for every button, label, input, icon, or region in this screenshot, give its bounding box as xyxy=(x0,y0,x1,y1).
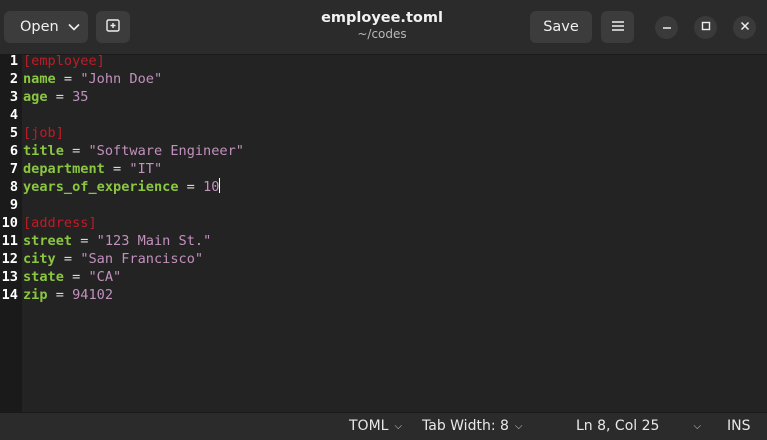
chevron-down-icon: ⌵ xyxy=(514,421,523,432)
language-selector[interactable]: TOML ⌵ xyxy=(349,413,402,440)
insert-mode-label: INS xyxy=(727,418,751,434)
assign-operator: = xyxy=(55,71,81,87)
code-line[interactable]: name = "John Doe" xyxy=(23,70,162,88)
line-number: 1 xyxy=(9,53,18,69)
code-line[interactable]: title = "Software Engineer" xyxy=(23,142,244,160)
save-button[interactable]: Save xyxy=(530,11,592,43)
window-title: employee.toml ~/codes xyxy=(280,9,484,42)
code-line[interactable]: department = "IT" xyxy=(23,160,162,178)
line-number: 10 xyxy=(1,215,18,231)
cursor-position-selector[interactable]: Ln 8, Col 25 ⌵ xyxy=(576,413,701,440)
line-number: 3 xyxy=(9,89,18,105)
line-number: 7 xyxy=(9,161,18,177)
assign-operator: = xyxy=(63,143,89,159)
toml-key: age xyxy=(23,89,48,105)
assign-operator: = xyxy=(178,179,204,195)
assign-operator: = xyxy=(47,287,73,303)
table-header: [employee] xyxy=(23,53,105,69)
open-button-label: Open xyxy=(20,19,59,35)
chevron-down-icon: ⌵ xyxy=(394,421,403,432)
line-number: 6 xyxy=(9,143,18,159)
string-value: "CA" xyxy=(88,269,122,285)
toml-key: department xyxy=(23,161,105,177)
code-line[interactable]: age = 35 xyxy=(23,88,89,106)
maximize-icon xyxy=(701,20,711,35)
code-line[interactable]: [address] xyxy=(23,214,97,232)
line-number: 4 xyxy=(9,107,18,123)
code-line[interactable]: zip = 94102 xyxy=(23,286,113,304)
file-path: ~/codes xyxy=(357,27,407,41)
line-number: 2 xyxy=(9,71,18,87)
line-number: 12 xyxy=(1,251,18,267)
assign-operator: = xyxy=(104,161,130,177)
code-line[interactable]: street = "123 Main St." xyxy=(23,232,211,250)
table-header: [job] xyxy=(23,125,64,141)
open-button[interactable]: Open xyxy=(4,11,88,43)
toml-key: zip xyxy=(23,287,48,303)
number-value: 94102 xyxy=(72,287,114,303)
line-number: 11 xyxy=(1,233,18,249)
toml-key: years_of_experience xyxy=(23,179,179,195)
assign-operator: = xyxy=(55,251,81,267)
toml-key: name xyxy=(23,71,56,87)
code-line[interactable]: state = "CA" xyxy=(23,268,121,286)
line-number: 9 xyxy=(9,197,18,213)
code-line[interactable]: [job] xyxy=(23,124,64,142)
close-button[interactable] xyxy=(733,16,756,39)
code-line[interactable]: years_of_experience = 10 xyxy=(23,178,221,196)
string-value: "Software Engineer" xyxy=(88,143,244,159)
tab-width-selector[interactable]: Tab Width: 8 ⌵ xyxy=(422,413,523,440)
toml-key: state xyxy=(23,269,64,285)
file-name: employee.toml xyxy=(321,10,443,26)
insert-mode-indicator[interactable]: INS xyxy=(727,413,751,440)
string-value: "San Francisco" xyxy=(80,251,204,267)
string-value: "John Doe" xyxy=(80,71,163,87)
tab-width-label: Tab Width: 8 xyxy=(422,418,509,434)
line-number: 8 xyxy=(9,179,18,195)
toml-key: street xyxy=(23,233,73,249)
minimize-icon xyxy=(662,20,672,35)
chevron-down-icon: ⌵ xyxy=(693,421,702,432)
number-value: 10 xyxy=(203,179,220,195)
string-value: "123 Main St." xyxy=(96,233,212,249)
assign-operator: = xyxy=(47,89,73,105)
toml-key: title xyxy=(23,143,64,159)
language-label: TOML xyxy=(349,418,389,434)
maximize-button[interactable] xyxy=(694,16,717,39)
line-number: 5 xyxy=(9,125,18,141)
table-header: [address] xyxy=(23,215,97,231)
text-editor-area[interactable]: [employee] name = "John Doe" age = 35 [job]… xyxy=(22,52,767,412)
new-tab-button[interactable] xyxy=(96,11,130,43)
text-cursor xyxy=(219,178,221,193)
code-line[interactable]: [employee] xyxy=(23,52,105,70)
hamburger-icon xyxy=(611,19,624,35)
assign-operator: = xyxy=(72,233,97,249)
status-bar: TOML ⌵ Tab Width: 8 ⌵ Ln 8, Col 25 ⌵ INS xyxy=(0,412,767,440)
close-icon xyxy=(740,20,750,35)
line-number: 13 xyxy=(1,269,18,285)
toml-key: city xyxy=(23,251,56,267)
line-number-gutter: 1 2 3 4 5 6 7 8 9 10 11 12 13 14 xyxy=(0,53,22,412)
main-menu-button[interactable] xyxy=(601,11,634,43)
chevron-down-icon xyxy=(68,19,80,35)
cursor-position-label: Ln 8, Col 25 xyxy=(576,418,660,434)
code-line[interactable]: city = "San Francisco" xyxy=(23,250,203,268)
assign-operator: = xyxy=(63,269,89,285)
new-tab-icon xyxy=(106,18,120,36)
minimize-button[interactable] xyxy=(655,16,678,39)
line-number: 14 xyxy=(1,287,18,303)
string-value: "IT" xyxy=(129,161,163,177)
header-bar: Open employee.toml ~/codes Save xyxy=(0,0,767,55)
number-value: 35 xyxy=(72,89,89,105)
